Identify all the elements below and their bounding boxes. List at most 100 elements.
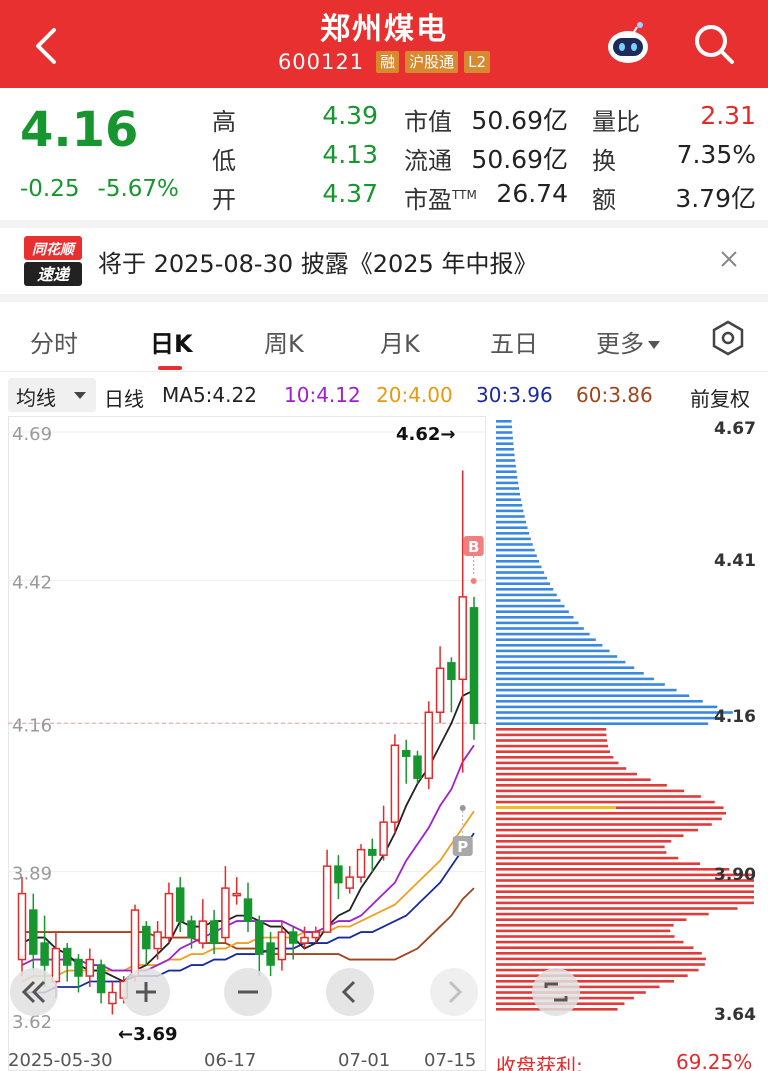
candle-body (345, 876, 354, 889)
candle-body (379, 821, 388, 856)
chip-distribution-bar (496, 593, 557, 597)
low-label: 低 (212, 147, 236, 175)
pe-label: 市盈TTM (404, 186, 477, 214)
kline-chart-area[interactable]: 4.69 4.42 4.16 3.89 3.62 4.62→ ←3.69 B P 4.67 4.… (0, 416, 768, 1071)
news-bar[interactable]: 同花顺 速递 将于 2025-08-30 披露《2025 年中报》 (0, 228, 768, 294)
y-tick-label: 4.69 (12, 424, 52, 445)
chip-distribution-bar (496, 935, 675, 938)
float-label: 流通 (404, 147, 452, 175)
ma30-value: 30:3.96 (476, 383, 553, 407)
tab-daily-k[interactable]: 日K (150, 324, 193, 359)
candle-body (255, 920, 264, 955)
chip-distribution-bar (496, 459, 516, 462)
tag-margin[interactable]: 融 (376, 51, 400, 73)
chip-distribution-bar (496, 795, 701, 798)
candle-body (164, 892, 174, 939)
scroll-right-button[interactable] (430, 968, 478, 1016)
candle-body (74, 958, 83, 977)
candle-body (198, 920, 208, 944)
chip-distribution-bar (496, 655, 618, 658)
open-label: 开 (212, 186, 236, 214)
chip-distribution-bar (496, 543, 533, 546)
ai-assistant-icon[interactable] (604, 20, 652, 68)
candle-body (469, 607, 479, 725)
candle-body (153, 931, 162, 950)
chip-distribution-bar (496, 739, 608, 742)
candle-body (130, 909, 140, 977)
chip-distribution-bar (496, 896, 754, 899)
chip-distribution-bar (496, 677, 654, 681)
candle-body (368, 848, 377, 856)
x-tick-label: 2025-05-30 (8, 1050, 113, 1071)
tab-weekly-k[interactable]: 周K (264, 324, 304, 359)
profile-price-label: 3.64 (714, 1005, 756, 1025)
tab-monthly-k[interactable]: 月K (380, 324, 420, 359)
fast-rewind-button[interactable] (10, 968, 58, 1016)
tab-five-day[interactable]: 五日 (490, 324, 538, 359)
chip-distribution-bar (496, 610, 569, 613)
ma-legend-bar: 均线 日线 MA5:4.22 10:4.12 20:4.00 30:3.96 6… (0, 376, 768, 414)
zoom-out-button[interactable] (224, 968, 272, 1016)
chip-distribution-bar (496, 548, 535, 552)
chip-distribution-bar (496, 520, 527, 524)
chip-distribution-bar (496, 845, 665, 849)
buy-marker-dot (470, 578, 477, 584)
indicator-select[interactable]: 均线 (8, 378, 96, 412)
chip-distribution-bar (496, 856, 679, 860)
chip-distribution-bar (496, 980, 675, 983)
chip-distribution-bar (496, 834, 684, 837)
tag-hk-connect[interactable]: 沪股通 (405, 51, 459, 73)
chip-distribution-bar (496, 772, 637, 776)
chip-distribution-bar (496, 683, 665, 686)
tag-level2[interactable]: L2 (464, 51, 491, 73)
high-value: 4.39 (322, 101, 378, 130)
news-text[interactable]: 将于 2025-08-30 披露《2025 年中报》 (98, 244, 537, 279)
candle-body (29, 909, 38, 955)
profile-price-label: 3.90 (714, 865, 756, 885)
zoom-in-button[interactable] (122, 968, 170, 1016)
amount-value: 3.79亿 (675, 184, 756, 213)
chip-distribution-bar (496, 840, 672, 843)
chip-distribution-bar (496, 660, 626, 664)
chip-distribution-bar (496, 532, 530, 535)
volratio-label: 量比 (592, 108, 640, 136)
chip-distribution-bar (496, 554, 537, 557)
high-label: 高 (212, 108, 236, 136)
ma60-value: 60:3.86 (576, 383, 653, 407)
chip-distribution-bar (496, 817, 722, 821)
search-icon[interactable] (690, 20, 738, 68)
tab-fenshi[interactable]: 分时 (30, 324, 78, 359)
price-adjust-mode[interactable]: 前复权 (690, 383, 750, 412)
close-icon[interactable] (716, 246, 742, 272)
scroll-left-button[interactable] (326, 968, 374, 1016)
chip-distribution-bar (496, 688, 677, 692)
kline-svg[interactable]: 4.694.424.163.893.62 4.62→←3.69BP 4.674.… (0, 416, 768, 1071)
tab-more[interactable]: 更多 (596, 324, 660, 359)
chip-distribution-bar (496, 616, 574, 619)
x-tick-label: 07-01 (338, 1050, 390, 1071)
chip-distribution-bar (496, 632, 590, 636)
chip-distribution-bar (496, 912, 709, 916)
chip-distribution-bar (496, 901, 754, 905)
chip-distribution-bar (496, 789, 685, 793)
stock-subline: 600121 融 沪股通 L2 (0, 50, 768, 74)
chip-distribution-bar (496, 448, 514, 451)
settings-hexagon-icon[interactable] (710, 320, 746, 356)
p-marker-dot (459, 805, 466, 811)
plus-icon (136, 982, 156, 1002)
candle-body (62, 947, 72, 966)
open-value: 4.37 (322, 179, 378, 208)
y-tick-label: 4.42 (12, 572, 52, 593)
ma20-value: 20:4.00 (376, 383, 453, 407)
chip-distribution-bar (496, 576, 547, 580)
chip-distribution-bar (496, 481, 519, 485)
chip-distribution-bar (496, 946, 694, 949)
chip-distribution-bar (496, 599, 561, 602)
chip-distribution-bar (496, 515, 525, 518)
candle-body (142, 925, 151, 950)
high-price-marker: 4.62→ (396, 424, 456, 445)
chevron-down-icon (74, 392, 86, 399)
profile-toggle-button[interactable] (532, 968, 580, 1016)
low-value: 4.13 (322, 140, 378, 169)
chip-distribution-bar (496, 812, 727, 815)
